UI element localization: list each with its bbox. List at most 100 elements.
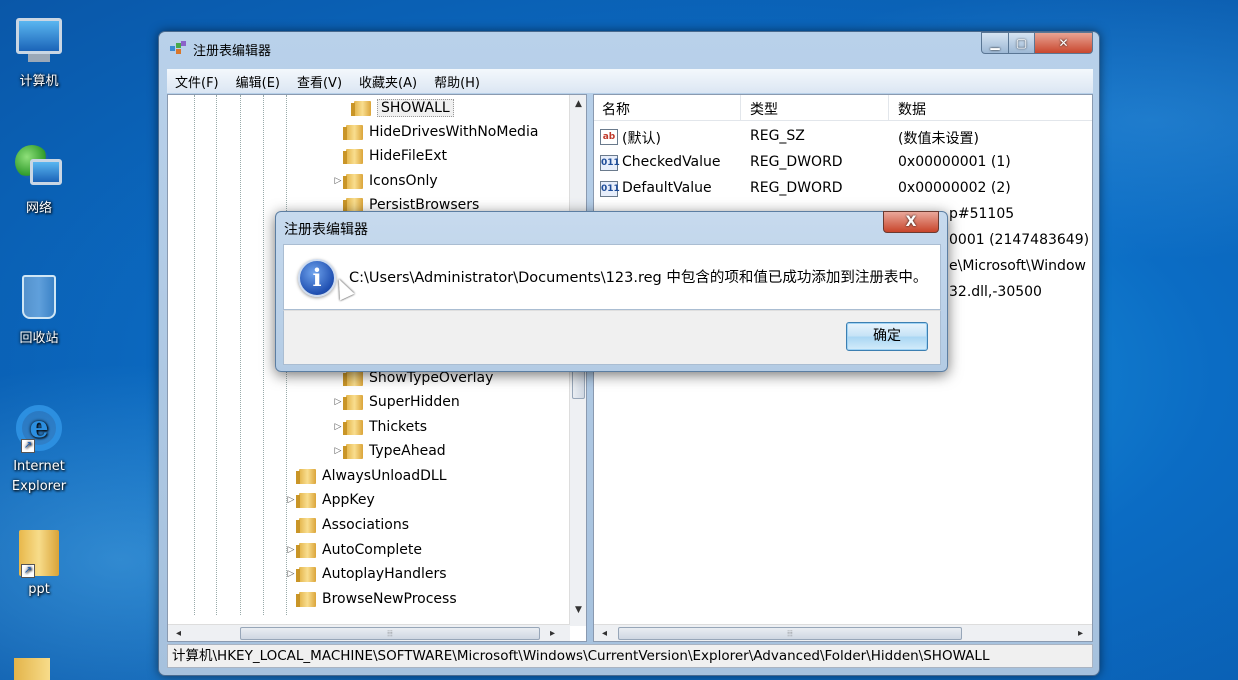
folder-icon: [296, 566, 316, 582]
tree-node[interactable]: ▷ TypeAhead: [332, 440, 446, 462]
tree-node[interactable]: HideDrivesWithNoMedia: [332, 121, 538, 143]
value-row[interactable]: 011 CheckedValue REG_DWORD 0x00000001 (1…: [594, 151, 1092, 175]
value-row[interactable]: 011 DefaultValue REG_DWORD 0x00000002 (2…: [594, 177, 1092, 201]
folder-icon: [343, 148, 363, 164]
ok-button[interactable]: 确定: [846, 322, 928, 351]
tree-node-label: AlwaysUnloadDLL: [322, 468, 447, 484]
folder-icon: [296, 492, 316, 508]
menu-help[interactable]: 帮助(H): [434, 72, 480, 91]
tree-node[interactable]: Associations: [285, 514, 409, 536]
value-row[interactable]: ab (默认) REG_SZ (数值未设置): [594, 125, 1092, 149]
close-button[interactable]: ✕: [1035, 32, 1093, 54]
window-title: 注册表编辑器: [193, 44, 272, 59]
tree-node-label: SuperHidden: [369, 394, 460, 410]
desktop-icon-recycle-bin[interactable]: 回收站: [4, 275, 74, 346]
menu-file[interactable]: 文件(F): [175, 72, 219, 91]
dialog-title: 注册表编辑器: [284, 222, 368, 238]
string-value-icon: ab: [600, 129, 618, 145]
dialog-message: C:\Users\Administrator\Documents\123.reg…: [349, 270, 928, 286]
folder-icon: [296, 591, 316, 607]
tree-node-label: Associations: [322, 517, 410, 533]
tree-node-label: SHOWALL: [377, 99, 454, 117]
info-icon: i: [298, 259, 336, 297]
value-type: REG_SZ: [750, 128, 805, 144]
tree-horizontal-scrollbar[interactable]: ◂ ⦙⦙⦙ ▸: [168, 624, 570, 641]
tree-node-label: HideDrivesWithNoMedia: [369, 124, 539, 140]
tree-node-showall[interactable]: SHOWALL: [340, 97, 454, 119]
values-header: 名称 类型 数据: [594, 95, 1092, 121]
tree-node[interactable]: ▷ AutoComplete: [285, 539, 422, 561]
menu-view[interactable]: 查看(V): [297, 72, 342, 91]
folder-icon: [296, 468, 316, 484]
dword-value-icon: 011: [600, 181, 620, 197]
folder-icon: [343, 370, 363, 386]
tree-node[interactable]: HideFileExt: [332, 145, 447, 167]
tree-guide-line: [263, 95, 264, 615]
tree-node-label: ShowTypeOverlay: [369, 370, 494, 386]
shortcut-arrow-icon: ↗: [21, 439, 35, 453]
window-controls: ▁ ▢ ✕: [981, 32, 1093, 54]
shortcut-arrow-icon: ↗: [21, 564, 35, 578]
desktop-icon-label: 网络: [25, 201, 52, 216]
folder-icon: [351, 100, 371, 116]
column-header-data[interactable]: 数据: [898, 99, 926, 119]
registry-editor-icon: [170, 41, 186, 54]
desktop-icon-computer[interactable]: 计算机: [4, 18, 74, 89]
tree-node-label: AutoComplete: [322, 542, 422, 558]
scroll-up-arrow-icon[interactable]: ▲: [570, 99, 586, 109]
desktop-icon-network[interactable]: 网络: [4, 145, 74, 216]
maximize-button[interactable]: ▢: [1009, 32, 1035, 54]
column-divider[interactable]: [740, 95, 741, 121]
value-name: (默认): [622, 131, 661, 147]
folder-icon: [343, 173, 363, 189]
scrollbar-thumb[interactable]: ⦙⦙⦙: [618, 627, 962, 640]
desktop-icon-label: Internet Explorer: [11, 459, 67, 494]
folder-icon: [343, 394, 363, 410]
tree-guide-line: [194, 95, 195, 615]
menu-edit[interactable]: 编辑(E): [236, 72, 280, 91]
tree-node-label: AppKey: [322, 492, 375, 508]
desktop-icon-label: ppt: [28, 582, 50, 597]
value-data: 32.dll,-30500: [949, 284, 1042, 300]
folder-icon: [296, 517, 316, 533]
minimize-button[interactable]: ▁: [981, 32, 1009, 54]
folder-icon: [343, 443, 363, 459]
dialog-body: i C:\Users\Administrator\Documents\123.r…: [283, 244, 941, 310]
value-type: REG_DWORD: [750, 180, 843, 196]
desktop-icon-label: 回收站: [19, 331, 59, 346]
scroll-down-arrow-icon[interactable]: ▼: [570, 605, 586, 615]
status-bar-path: 计算机\HKEY_LOCAL_MACHINE\SOFTWARE\Microsof…: [167, 644, 1093, 668]
tree-node[interactable]: ▷ AutoplayHandlers: [285, 563, 447, 585]
values-horizontal-scrollbar[interactable]: ◂ ⦙⦙⦙ ▸: [594, 624, 1092, 641]
desktop-icon-ppt[interactable]: ↗ ppt: [4, 530, 74, 597]
tree-node[interactable]: AlwaysUnloadDLL: [285, 465, 447, 487]
scroll-left-arrow-icon[interactable]: ◂: [596, 625, 613, 641]
value-name: DefaultValue: [622, 180, 712, 196]
recycle-bin-icon: [15, 275, 63, 323]
tree-node[interactable]: ▷ AppKey: [285, 489, 375, 511]
value-type: REG_DWORD: [750, 154, 843, 170]
scrollbar-thumb[interactable]: ⦙⦙⦙: [240, 627, 540, 640]
scroll-left-arrow-icon[interactable]: ◂: [170, 625, 187, 641]
desktop-icon-internet-explorer[interactable]: e ↗ Internet Explorer: [4, 405, 74, 497]
tree-node[interactable]: BrowseNewProcess: [285, 588, 457, 610]
tree-node-label: AutoplayHandlers: [322, 566, 447, 582]
tree-node[interactable]: ▷ IconsOnly: [332, 170, 438, 192]
column-divider[interactable]: [888, 95, 889, 121]
tree-node-label: IconsOnly: [369, 173, 438, 189]
scroll-right-arrow-icon[interactable]: ▸: [1072, 625, 1089, 641]
dialog-footer: 确定: [283, 310, 941, 365]
tree-guide-line: [216, 95, 217, 615]
tree-node[interactable]: ▷ SuperHidden: [332, 391, 460, 413]
column-header-type[interactable]: 类型: [750, 99, 778, 119]
dialog-close-button[interactable]: X: [883, 211, 939, 233]
folder-icon[interactable]: [14, 658, 50, 680]
column-header-name[interactable]: 名称: [602, 99, 630, 119]
menu-favorites[interactable]: 收藏夹(A): [359, 72, 417, 91]
dword-value-icon: 011: [600, 155, 620, 171]
folder-icon: [343, 419, 363, 435]
tree-node-label: BrowseNewProcess: [322, 591, 457, 607]
scroll-right-arrow-icon[interactable]: ▸: [544, 625, 561, 641]
tree-node[interactable]: ▷ Thickets: [332, 416, 428, 438]
menu-bar: 文件(F) 编辑(E) 查看(V) 收藏夹(A) 帮助(H): [167, 69, 1093, 93]
